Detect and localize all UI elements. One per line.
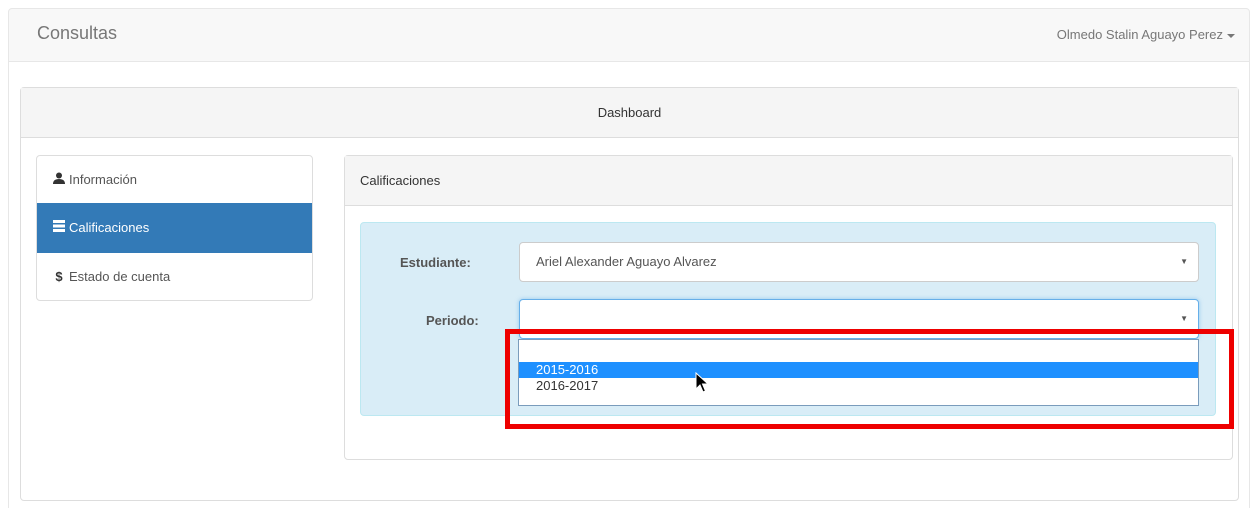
grades-heading: Calificaciones [345, 156, 1232, 206]
dollar-icon: $ [55, 269, 63, 284]
navbar-brand[interactable]: Consultas [37, 23, 117, 44]
sidebar-item-estado-de-cuenta[interactable]: $ Estado de cuenta [37, 253, 312, 301]
student-select[interactable]: Ariel Alexander Aguayo Alvarez ▼ [519, 242, 1199, 282]
top-navbar: Consultas Olmedo Stalin Aguayo Perez [8, 8, 1250, 62]
user-menu[interactable]: Olmedo Stalin Aguayo Perez [1057, 27, 1235, 42]
select-arrow-icon: ▼ [1180, 257, 1188, 266]
sidebar-item-label: Información [69, 172, 137, 187]
mouse-cursor-icon [695, 372, 709, 393]
dashboard-heading: Dashboard [21, 88, 1238, 138]
sidebar-item-label: Calificaciones [69, 220, 150, 235]
list-icon [52, 203, 66, 253]
sidebar-item-label: Estado de cuenta [69, 269, 171, 284]
annotation-highlight-box [505, 329, 1234, 429]
period-label: Periodo: [426, 313, 479, 328]
sidebar-menu: Información Calificaciones $ Estado de cu… [36, 155, 313, 301]
student-select-value: Ariel Alexander Aguayo Alvarez [536, 254, 717, 269]
student-label: Estudiante: [400, 255, 471, 270]
user-name: Olmedo Stalin Aguayo Perez [1056, 27, 1223, 42]
sidebar-item-informacion[interactable]: Información [37, 156, 312, 204]
caret-down-icon [1227, 33, 1235, 38]
user-icon [52, 156, 66, 204]
sidebar-item-calificaciones[interactable]: Calificaciones [37, 203, 312, 253]
